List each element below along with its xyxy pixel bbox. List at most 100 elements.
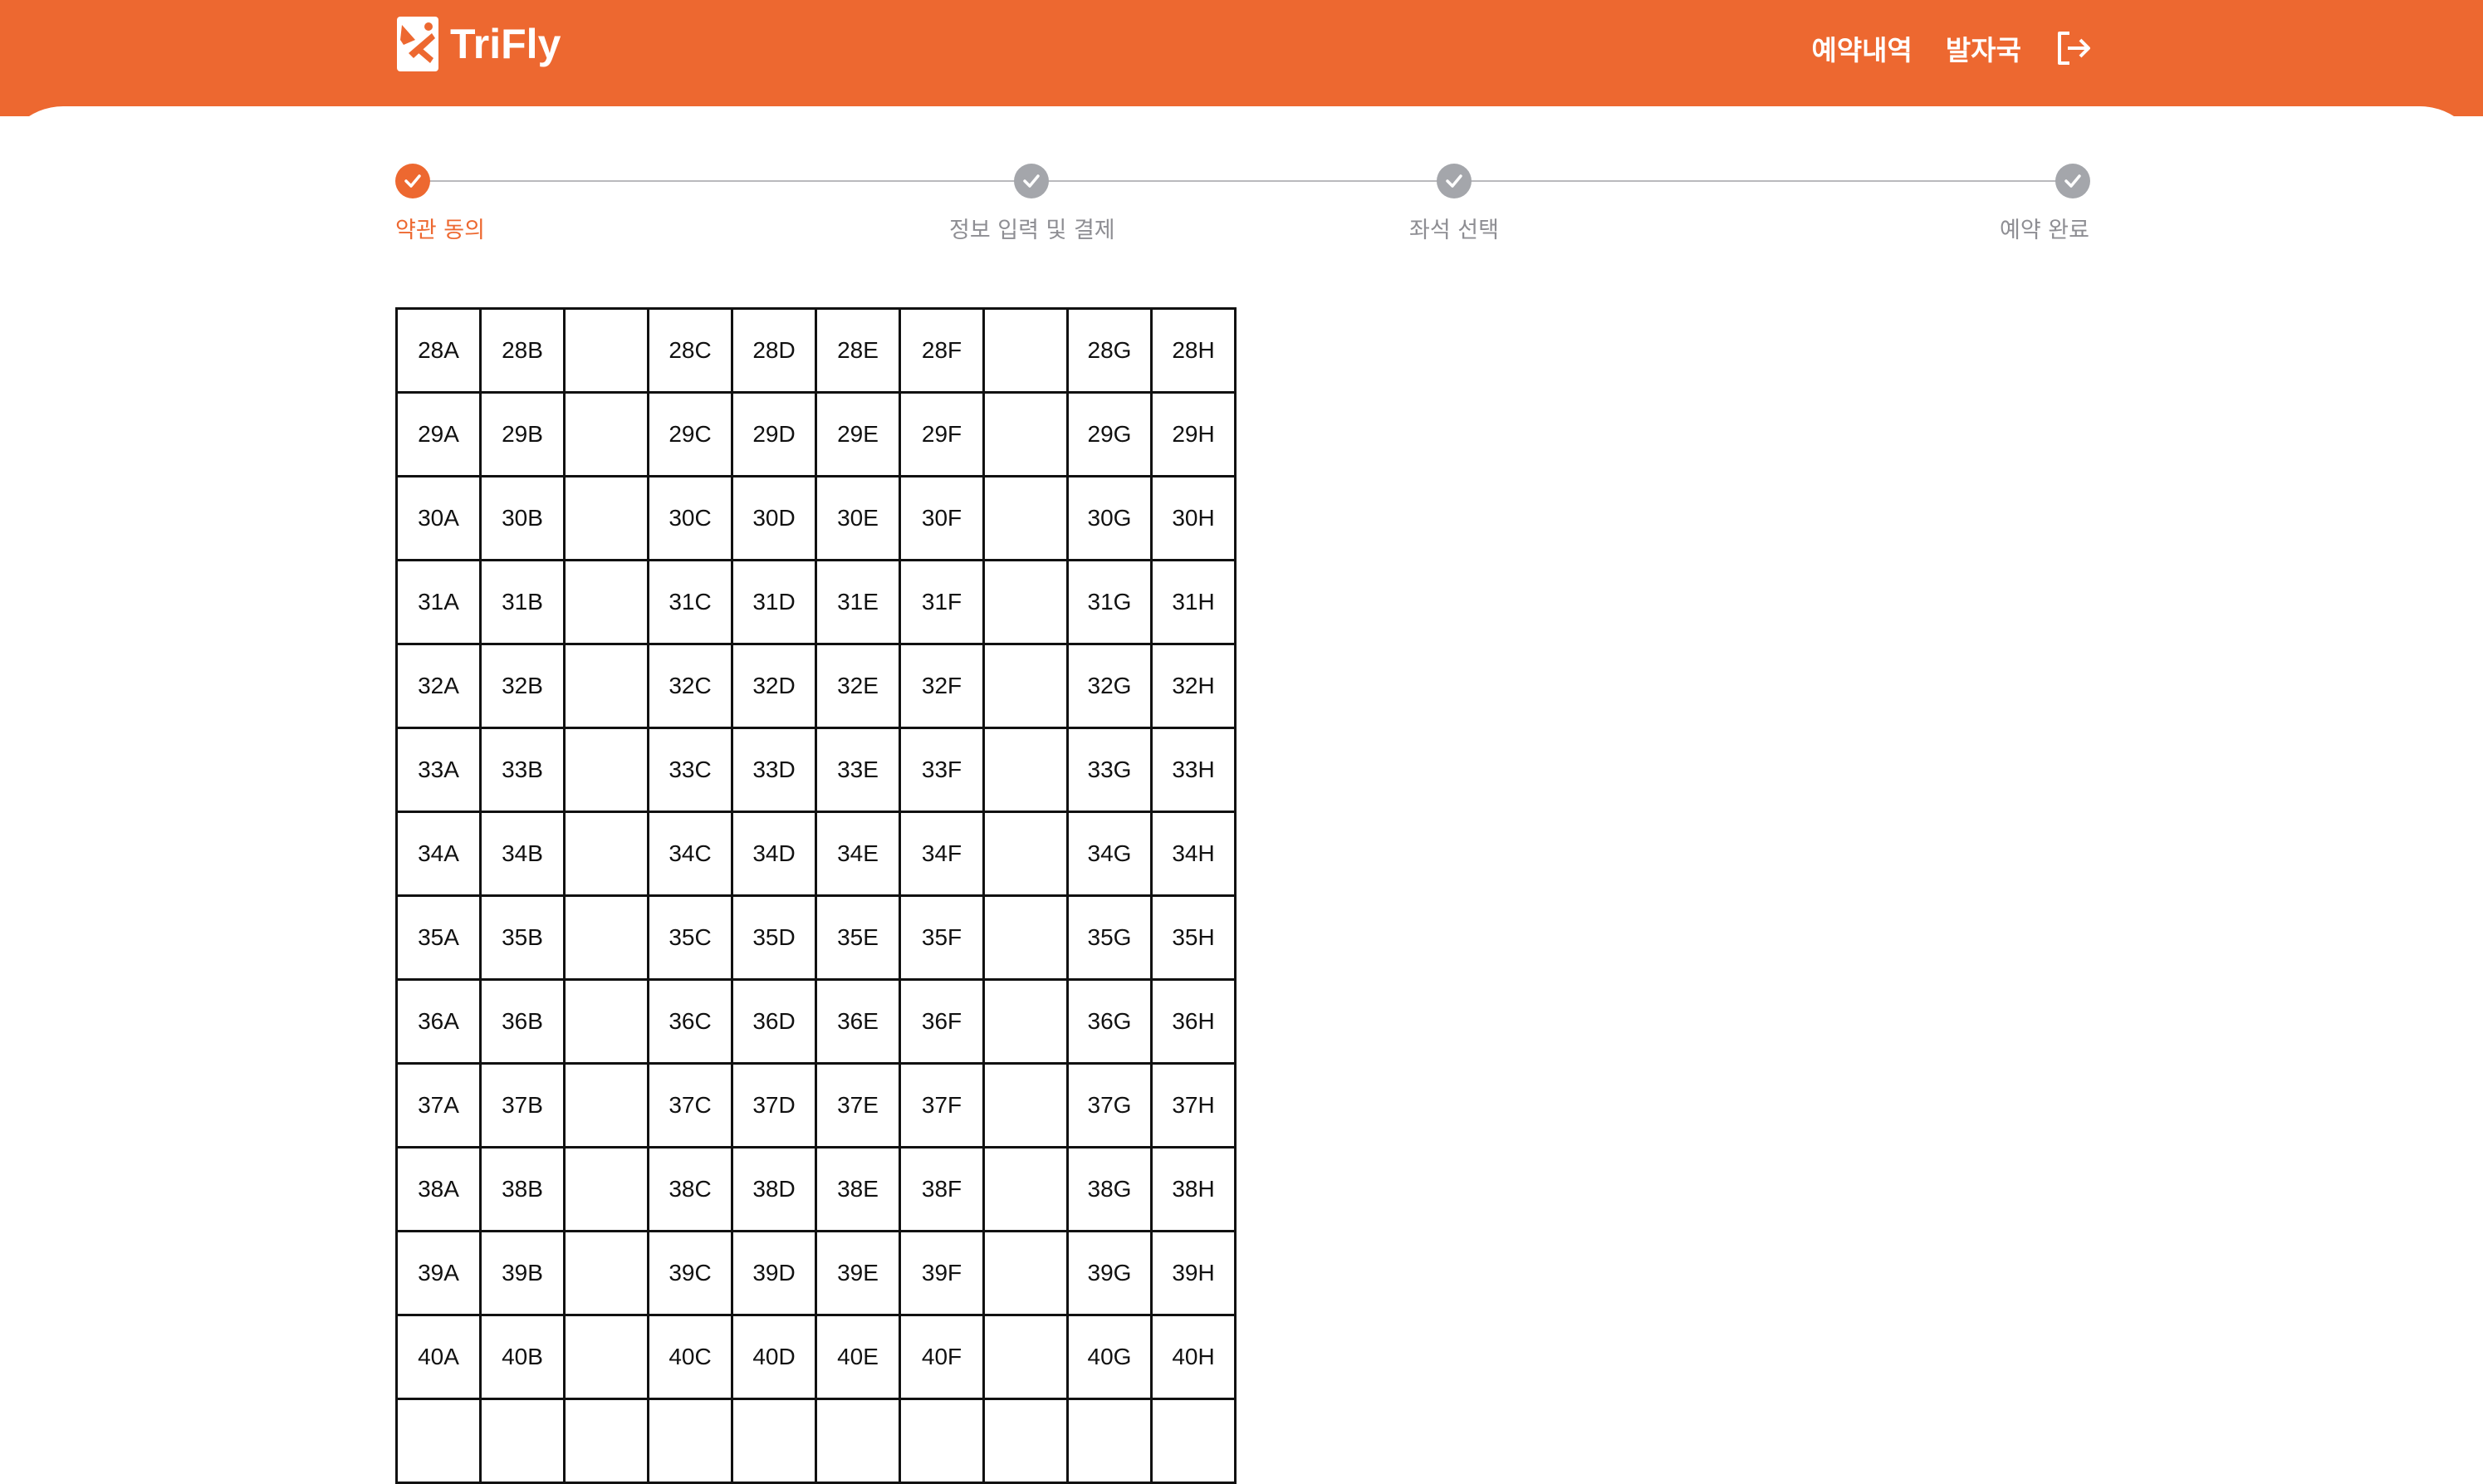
seat-button[interactable]: 28G bbox=[1066, 307, 1153, 394]
seat-button[interactable]: 34B bbox=[479, 811, 566, 897]
seat-button[interactable]: 35D bbox=[731, 894, 817, 981]
seat-button[interactable]: 28E bbox=[815, 307, 901, 394]
seat-button[interactable]: 29E bbox=[815, 391, 901, 478]
seat-button[interactable]: 30E bbox=[815, 475, 901, 561]
seat-button[interactable]: 37G bbox=[1066, 1062, 1153, 1149]
seat-button[interactable]: 35G bbox=[1066, 894, 1153, 981]
seat-button[interactable]: 40E bbox=[815, 1314, 901, 1400]
seat-button[interactable]: 36B bbox=[479, 978, 566, 1065]
seat-button[interactable]: 36H bbox=[1150, 978, 1237, 1065]
seat-button[interactable]: 40G bbox=[1066, 1314, 1153, 1400]
seat-button[interactable]: 38C bbox=[647, 1146, 733, 1232]
seat-button[interactable]: 35B bbox=[479, 894, 566, 981]
seat-button[interactable]: 29A bbox=[395, 391, 482, 478]
seat-button[interactable]: 31B bbox=[479, 559, 566, 645]
seat-button[interactable]: 36E bbox=[815, 978, 901, 1065]
seat-button[interactable]: 34C bbox=[647, 811, 733, 897]
seat-button[interactable]: 33H bbox=[1150, 727, 1237, 813]
seat-button[interactable]: 33D bbox=[731, 727, 817, 813]
seat-button[interactable]: 32C bbox=[647, 643, 733, 729]
seat-button[interactable]: 28H bbox=[1150, 307, 1237, 394]
seat-button[interactable]: 37C bbox=[647, 1062, 733, 1149]
seat-button[interactable]: 30A bbox=[395, 475, 482, 561]
seat-button[interactable]: 30G bbox=[1066, 475, 1153, 561]
seat-button[interactable]: 30B bbox=[479, 475, 566, 561]
seat-button[interactable]: 39E bbox=[815, 1230, 901, 1316]
seat-button[interactable]: 39G bbox=[1066, 1230, 1153, 1316]
seat-button[interactable]: 31D bbox=[731, 559, 817, 645]
seat-button[interactable]: 33F bbox=[899, 727, 985, 813]
seat-button[interactable]: 28B bbox=[479, 307, 566, 394]
seat-button[interactable]: 29F bbox=[899, 391, 985, 478]
seat-button[interactable]: 40D bbox=[731, 1314, 817, 1400]
seat-button[interactable]: 32G bbox=[1066, 643, 1153, 729]
seat-button[interactable]: 28F bbox=[899, 307, 985, 394]
seat-button[interactable]: 37E bbox=[815, 1062, 901, 1149]
seat-button[interactable]: 34F bbox=[899, 811, 985, 897]
seat-button[interactable]: 36G bbox=[1066, 978, 1153, 1065]
seat-button[interactable]: 38H bbox=[1150, 1146, 1237, 1232]
seat-button[interactable]: 28C bbox=[647, 307, 733, 394]
seat-button[interactable]: 33E bbox=[815, 727, 901, 813]
seat-button[interactable]: 33B bbox=[479, 727, 566, 813]
seat-button[interactable]: 33G bbox=[1066, 727, 1153, 813]
seat-button[interactable]: 29C bbox=[647, 391, 733, 478]
seat-button[interactable]: 35H bbox=[1150, 894, 1237, 981]
seat-button[interactable]: 34A bbox=[395, 811, 482, 897]
seat-button[interactable]: 36C bbox=[647, 978, 733, 1065]
seat-button[interactable]: 35C bbox=[647, 894, 733, 981]
seat-button[interactable]: 37D bbox=[731, 1062, 817, 1149]
seat-button[interactable]: 28D bbox=[731, 307, 817, 394]
seat-button[interactable]: 30H bbox=[1150, 475, 1237, 561]
seat-button[interactable]: 40F bbox=[899, 1314, 985, 1400]
seat-button[interactable]: 40B bbox=[479, 1314, 566, 1400]
seat-button[interactable]: 40A bbox=[395, 1314, 482, 1400]
seat-button[interactable]: 30C bbox=[647, 475, 733, 561]
seat-button[interactable]: 35F bbox=[899, 894, 985, 981]
seat-button[interactable]: 29G bbox=[1066, 391, 1153, 478]
seat-button[interactable]: 40C bbox=[647, 1314, 733, 1400]
seat-button[interactable]: 31A bbox=[395, 559, 482, 645]
seat-button[interactable]: 39D bbox=[731, 1230, 817, 1316]
seat-button[interactable]: 31E bbox=[815, 559, 901, 645]
seat-button[interactable]: 35E bbox=[815, 894, 901, 981]
seat-button[interactable]: 32H bbox=[1150, 643, 1237, 729]
seat-button[interactable]: 28A bbox=[395, 307, 482, 394]
seat-button[interactable]: 32E bbox=[815, 643, 901, 729]
seat-button[interactable]: 30F bbox=[899, 475, 985, 561]
seat-button[interactable]: 37F bbox=[899, 1062, 985, 1149]
seat-button[interactable]: 38A bbox=[395, 1146, 482, 1232]
seat-button[interactable]: 33C bbox=[647, 727, 733, 813]
seat-button[interactable]: 39C bbox=[647, 1230, 733, 1316]
seat-button[interactable]: 38G bbox=[1066, 1146, 1153, 1232]
seat-button[interactable]: 31H bbox=[1150, 559, 1237, 645]
seat-button[interactable]: 31C bbox=[647, 559, 733, 645]
seat-button[interactable]: 38B bbox=[479, 1146, 566, 1232]
seat-button[interactable]: 38F bbox=[899, 1146, 985, 1232]
seat-button[interactable]: 34D bbox=[731, 811, 817, 897]
seat-button[interactable]: 32A bbox=[395, 643, 482, 729]
seat-button[interactable]: 39B bbox=[479, 1230, 566, 1316]
seat-button[interactable]: 34G bbox=[1066, 811, 1153, 897]
seat-button[interactable]: 38E bbox=[815, 1146, 901, 1232]
seat-button[interactable]: 34H bbox=[1150, 811, 1237, 897]
seat-button[interactable]: 29D bbox=[731, 391, 817, 478]
seat-button[interactable]: 38D bbox=[731, 1146, 817, 1232]
seat-button[interactable]: 37A bbox=[395, 1062, 482, 1149]
seat-button[interactable]: 33A bbox=[395, 727, 482, 813]
seat-button[interactable]: 29H bbox=[1150, 391, 1237, 478]
seat-button[interactable]: 39H bbox=[1150, 1230, 1237, 1316]
seat-button[interactable]: 37B bbox=[479, 1062, 566, 1149]
seat-button[interactable]: 29B bbox=[479, 391, 566, 478]
seat-button[interactable]: 36F bbox=[899, 978, 985, 1065]
seat-button[interactable]: 39F bbox=[899, 1230, 985, 1316]
seat-button[interactable]: 36D bbox=[731, 978, 817, 1065]
seat-button[interactable]: 32F bbox=[899, 643, 985, 729]
seat-button[interactable]: 31F bbox=[899, 559, 985, 645]
seat-button[interactable]: 30D bbox=[731, 475, 817, 561]
seat-button[interactable]: 31G bbox=[1066, 559, 1153, 645]
seat-button[interactable]: 40H bbox=[1150, 1314, 1237, 1400]
seat-button[interactable]: 32B bbox=[479, 643, 566, 729]
seat-button[interactable]: 39A bbox=[395, 1230, 482, 1316]
seat-button[interactable]: 34E bbox=[815, 811, 901, 897]
